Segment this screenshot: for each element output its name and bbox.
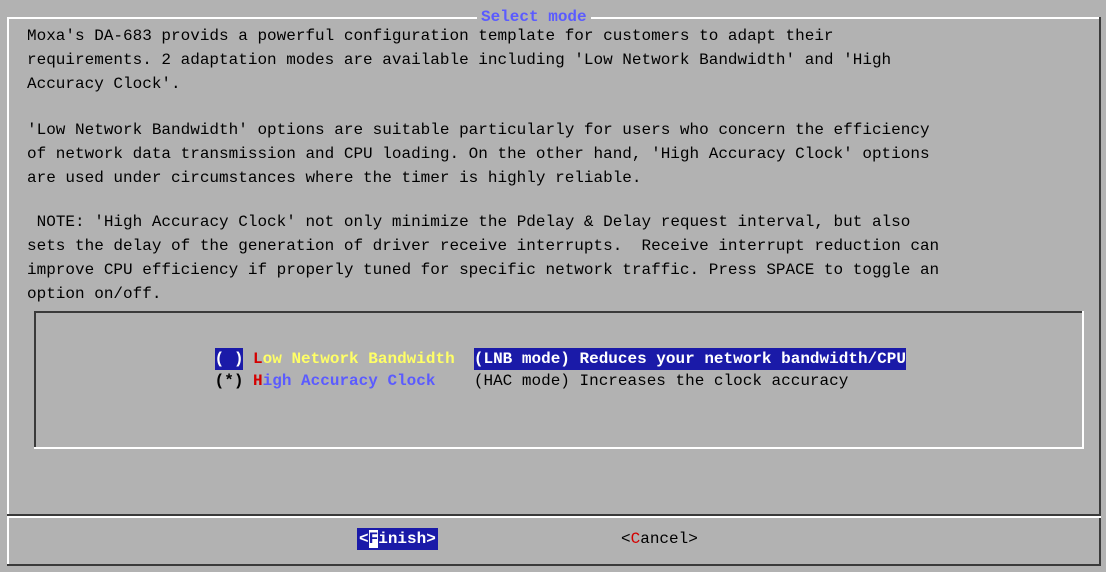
dialog-border-right [1099, 17, 1101, 566]
dialog-border-left [7, 17, 9, 566]
select-mode-dialog: Select mode Moxa's DA-683 provids a powe… [7, 7, 1101, 566]
finish-hotkey: F [368, 530, 379, 548]
option-checkbox[interactable]: (*) [215, 370, 244, 392]
note-paragraph: NOTE: 'High Accuracy Clock' not only min… [27, 213, 940, 303]
option-hotkey: H [253, 372, 263, 390]
option-description: (HAC mode) Increases the clock accuracy [473, 372, 849, 390]
cancel-button[interactable]: <Cancel> [621, 528, 698, 550]
finish-button[interactable]: <Finish> [357, 528, 438, 550]
option-low-network-bandwidth[interactable]: ( ) Low Network Bandwidth (LNB mode) Red… [157, 326, 906, 370]
cancel-hotkey: C [630, 530, 641, 548]
dialog-border-bottom [7, 564, 1101, 566]
option-high-accuracy-clock[interactable]: (*) High Accuracy Clock (HAC mode) Incre… [157, 348, 849, 390]
intro-paragraph: Moxa's DA-683 provids a powerful configu… [27, 27, 892, 93]
option-list: ( ) Low Network Bandwidth (LNB mode) Red… [34, 311, 1084, 449]
modes-paragraph: 'Low Network Bandwidth' options are suit… [27, 121, 930, 187]
option-label: igh Accuracy Clock [262, 372, 436, 390]
